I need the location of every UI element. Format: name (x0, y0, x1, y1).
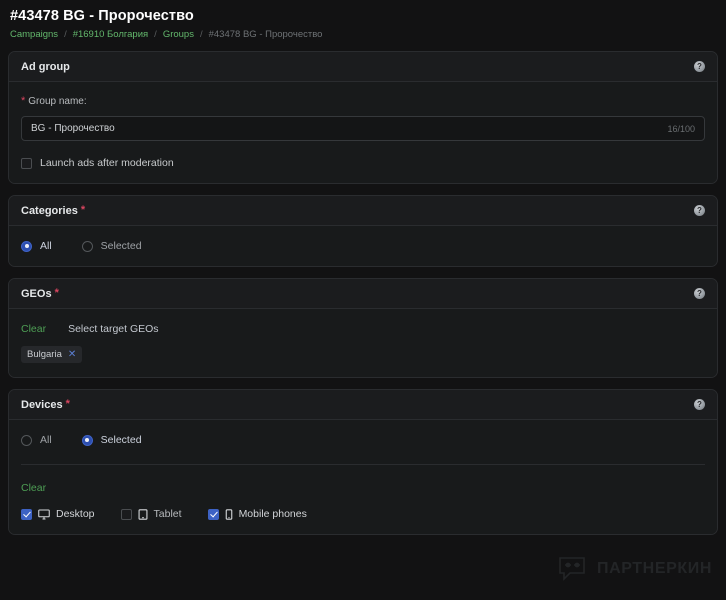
devices-radio-selected-label: Selected (100, 434, 142, 446)
mobile-phone-icon (225, 508, 233, 520)
geos-card-header: GEOs * ? (9, 279, 717, 309)
device-option-tablet[interactable]: Tablet (120, 508, 182, 520)
geos-clear-link[interactable]: Clear (21, 323, 46, 335)
breadcrumb-item-campaign[interactable]: #16910 Болгария (73, 29, 148, 40)
devices-card-header: Devices * ? (9, 390, 717, 420)
mobile-phones-checkbox[interactable] (207, 508, 219, 520)
question-mark-icon[interactable]: ? (694, 61, 705, 72)
categories-radio-all-label: All (40, 240, 52, 252)
devices-card: Devices * ? All Selected Clear Desktop T… (8, 389, 718, 535)
devices-clear-link[interactable]: Clear (21, 482, 46, 494)
categories-radio-all[interactable]: All (21, 240, 52, 252)
devices-clear-row: Clear (21, 478, 705, 496)
watermark: ПАРТНЕРКИН (558, 556, 712, 582)
geos-card-title-text: GEOs (21, 287, 52, 300)
breadcrumb-separator: / (199, 29, 203, 40)
required-asterisk: * (65, 398, 70, 410)
breadcrumb-item-groups[interactable]: Groups (163, 29, 194, 40)
categories-card-title-text: Categories (21, 204, 78, 217)
question-mark-icon[interactable]: ? (694, 288, 705, 299)
geo-chip-bulgaria[interactable]: Bulgaria ✕ (21, 346, 83, 363)
radio-dot-icon (81, 240, 93, 252)
devices-divider (21, 464, 705, 465)
geos-card-body: Clear Select target GEOs Bulgaria ✕ (9, 309, 717, 377)
device-option-mobile-phones[interactable]: Mobile phones (207, 508, 307, 520)
launch-ads-label: Launch ads after moderation (40, 157, 174, 169)
devices-radio-all-label: All (40, 434, 52, 446)
required-asterisk: * (54, 287, 59, 299)
question-mark-icon[interactable]: ? (694, 399, 705, 410)
group-name-input[interactable]: BG - Пророчество 16/100 (21, 116, 705, 141)
desktop-icon (38, 508, 50, 520)
launch-ads-checkbox[interactable] (21, 157, 32, 169)
categories-card: Categories * ? All Selected (8, 195, 718, 267)
categories-card-header: Categories * ? (9, 196, 717, 226)
geos-card-title: GEOs * (21, 288, 59, 300)
launch-ads-after-moderation-row[interactable]: Launch ads after moderation (21, 157, 705, 169)
device-option-desktop[interactable]: Desktop (21, 508, 95, 520)
group-name-value: BG - Пророчество (31, 123, 115, 134)
ad-group-card-body: * Group name: BG - Пророчество 16/100 La… (9, 82, 717, 183)
radio-dot-icon (81, 434, 93, 446)
devices-radio-all[interactable]: All (21, 434, 52, 446)
geo-chip-label: Bulgaria (27, 349, 62, 360)
device-label-desktop: Desktop (56, 508, 95, 520)
desktop-checkbox[interactable] (21, 508, 32, 520)
devices-radio-selected[interactable]: Selected (81, 434, 142, 446)
geos-chip-list: Bulgaria ✕ (21, 335, 705, 363)
question-mark-icon[interactable]: ? (694, 205, 705, 216)
speech-bubble-logo-icon (558, 556, 588, 582)
radio-dot-icon (21, 434, 32, 446)
devices-card-title: Devices * (21, 399, 70, 411)
device-label-tablet: Tablet (153, 508, 182, 520)
ad-group-card: Ad group ? * Group name: BG - Пророчеств… (8, 51, 718, 184)
breadcrumb-item-campaigns[interactable]: Campaigns (10, 29, 58, 40)
tablet-checkbox[interactable] (120, 508, 132, 520)
ad-group-editor-page: #43478 BG - Пророчество Campaigns / #169… (0, 0, 726, 600)
ad-group-card-header: Ad group ? (9, 52, 717, 82)
categories-card-body: All Selected (9, 226, 717, 266)
breadcrumb: Campaigns / #16910 Болгария / Groups / #… (8, 29, 718, 40)
breadcrumb-separator: / (64, 29, 67, 40)
categories-radio-group: All Selected (21, 240, 705, 252)
close-icon[interactable]: ✕ (68, 349, 76, 360)
watermark-text: ПАРТНЕРКИН (596, 560, 712, 577)
devices-radio-group: All Selected (21, 434, 705, 446)
group-name-label-text: Group name: (28, 96, 87, 107)
device-label-mobile-phones: Mobile phones (238, 508, 307, 520)
select-target-geos-link[interactable]: Select target GEOs (68, 323, 158, 335)
categories-card-title: Categories * (21, 205, 85, 217)
page-title: #43478 BG - Пророчество (10, 8, 194, 24)
page-header: #43478 BG - Пророчество Campaigns / #169… (8, 8, 718, 40)
group-name-char-counter: 16/100 (667, 123, 695, 134)
required-asterisk: * (21, 95, 26, 107)
radio-dot-icon (21, 240, 32, 252)
ad-group-card-title-text: Ad group (21, 60, 70, 73)
required-asterisk: * (80, 204, 86, 216)
geos-card: GEOs * ? Clear Select target GEOs Bulgar… (8, 278, 718, 378)
tablet-icon (138, 508, 148, 520)
ad-group-card-title: Ad group (21, 61, 70, 73)
breadcrumb-separator: / (154, 29, 157, 40)
devices-card-title-text: Devices (21, 398, 63, 411)
breadcrumb-item-current: #43478 BG - Пророчество (208, 29, 323, 40)
categories-radio-selected[interactable]: Selected (81, 240, 142, 252)
devices-card-body: All Selected Clear Desktop Tablet Mobile… (9, 420, 717, 534)
categories-radio-selected-label: Selected (100, 240, 142, 252)
devices-checkbox-group: Desktop Tablet Mobile phones (21, 508, 705, 520)
group-name-label: * Group name: (21, 95, 705, 108)
geos-actions: Clear Select target GEOs (21, 323, 705, 335)
